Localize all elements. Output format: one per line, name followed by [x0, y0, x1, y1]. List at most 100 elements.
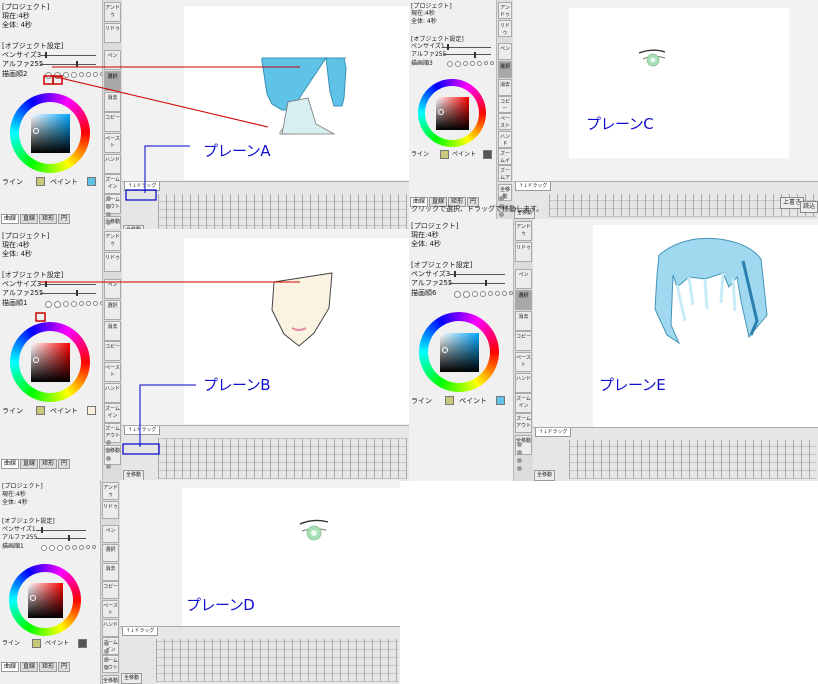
- timeline-row-dot[interactable]: [106, 456, 111, 461]
- tool-button[interactable]: ペースト: [104, 133, 121, 153]
- timeline-row-dot[interactable]: [106, 448, 111, 453]
- pen-size-slider[interactable]: [40, 284, 96, 285]
- order-dot[interactable]: [63, 72, 69, 78]
- stroke-mode-tab[interactable]: 直線: [20, 214, 39, 224]
- color-wheel[interactable]: [10, 322, 90, 402]
- slider-thumb[interactable]: [68, 535, 70, 541]
- line-color-swatch[interactable]: [36, 406, 45, 415]
- slider-thumb[interactable]: [76, 290, 78, 296]
- order-dot[interactable]: [93, 72, 98, 77]
- order-dot[interactable]: [45, 301, 52, 308]
- order-dot[interactable]: [502, 291, 507, 296]
- drawing-canvas[interactable]: [569, 8, 789, 158]
- stroke-mode-tab[interactable]: 直線: [20, 662, 39, 672]
- drawing-canvas[interactable]: [593, 225, 818, 427]
- tool-button[interactable]: 選択: [515, 290, 532, 310]
- paint-color-swatch[interactable]: [87, 406, 96, 415]
- timeline-row-dot[interactable]: [517, 466, 522, 471]
- tool-button[interactable]: コピー: [104, 112, 121, 132]
- order-dot[interactable]: [488, 291, 493, 296]
- order-dot[interactable]: [480, 291, 486, 297]
- stroke-mode-tabs[interactable]: 曲線 直線 矩形円: [1, 459, 71, 469]
- order-dot[interactable]: [86, 545, 90, 549]
- color-wheel[interactable]: [9, 564, 81, 636]
- tool-button[interactable]: アンドゥ: [104, 2, 121, 22]
- saturation-value-square[interactable]: [30, 342, 70, 382]
- order-dot[interactable]: [477, 61, 482, 66]
- tool-button[interactable]: ズームイン: [104, 174, 121, 194]
- slider-thumb[interactable]: [45, 281, 47, 287]
- order-dot[interactable]: [79, 72, 84, 77]
- timeline-drag-tab[interactable]: ↑↓ドラッグ: [124, 182, 161, 191]
- tool-button[interactable]: ハンド: [515, 373, 532, 393]
- pen-size-slider[interactable]: [443, 47, 491, 48]
- stroke-mode-tab[interactable]: 円: [58, 214, 71, 224]
- pen-size-slider[interactable]: [36, 530, 86, 531]
- draw-order-selector[interactable]: [45, 72, 104, 79]
- alpha-slider[interactable]: [443, 54, 491, 55]
- slider-thumb[interactable]: [76, 61, 78, 67]
- stroke-mode-tab[interactable]: 円: [58, 662, 71, 672]
- order-dot[interactable]: [65, 545, 70, 550]
- color-picker-marker[interactable]: [32, 127, 39, 134]
- color-picker-marker[interactable]: [29, 594, 36, 601]
- tool-button[interactable]: ハンド: [104, 383, 121, 403]
- tool-button[interactable]: アンドゥ: [104, 231, 121, 251]
- tool-button[interactable]: 消去: [104, 92, 121, 112]
- tool-button[interactable]: 消去: [498, 79, 512, 96]
- order-dot[interactable]: [470, 61, 475, 66]
- stroke-mode-tab[interactable]: 円: [58, 459, 71, 469]
- timeline[interactable]: ↑↓ドラッグ全移動: [499, 181, 818, 219]
- order-dot[interactable]: [472, 291, 478, 297]
- paint-color-swatch[interactable]: [87, 177, 96, 186]
- saturation-value-square[interactable]: [435, 96, 469, 130]
- tool-button[interactable]: リドゥ: [104, 252, 121, 272]
- tool-button[interactable]: ペン: [498, 43, 512, 60]
- tool-button[interactable]: ズームアウト: [515, 413, 532, 433]
- line-color-swatch[interactable]: [36, 177, 45, 186]
- color-wheel[interactable]: [10, 93, 90, 173]
- timeline-row-dot[interactable]: [106, 196, 111, 201]
- tool-button[interactable]: ペン: [104, 279, 121, 299]
- order-dot[interactable]: [455, 61, 461, 67]
- line-color-swatch[interactable]: [445, 396, 454, 405]
- order-dot[interactable]: [495, 291, 500, 296]
- order-dot[interactable]: [92, 545, 96, 549]
- stroke-mode-tabs[interactable]: 曲線 直線 矩形円: [1, 214, 71, 224]
- tool-button[interactable]: 消去: [102, 563, 119, 581]
- tool-button[interactable]: ペン: [515, 269, 532, 289]
- timeline-grid[interactable]: [569, 440, 816, 479]
- timeline-drag-tab[interactable]: ↑↓ドラッグ: [535, 428, 572, 437]
- alpha-slider[interactable]: [449, 283, 505, 284]
- tool-button[interactable]: ペン: [102, 525, 119, 543]
- color-picker-marker[interactable]: [441, 346, 448, 353]
- tool-button[interactable]: アンドゥ: [515, 221, 532, 241]
- line-color-swatch[interactable]: [440, 150, 449, 159]
- tool-button[interactable]: ペースト: [102, 600, 119, 618]
- paint-color-swatch[interactable]: [78, 639, 87, 648]
- color-wheel[interactable]: [418, 79, 486, 147]
- paint-color-swatch[interactable]: [496, 396, 505, 405]
- order-dot[interactable]: [54, 301, 61, 308]
- saturation-value-square[interactable]: [27, 582, 63, 618]
- tool-button[interactable]: コピー: [102, 581, 119, 599]
- timeline[interactable]: ↑↓ドラッグ全移動: [517, 427, 818, 481]
- color-wheel[interactable]: [419, 312, 499, 392]
- stroke-mode-tab[interactable]: 直線: [20, 459, 39, 469]
- timeline-row-dot[interactable]: [517, 442, 522, 447]
- tool-button[interactable]: 消去: [515, 311, 532, 331]
- saturation-value-square[interactable]: [30, 113, 70, 153]
- timeline-row-dot[interactable]: [104, 649, 109, 654]
- timeline-row-dot[interactable]: [517, 450, 522, 455]
- order-dot[interactable]: [45, 72, 52, 79]
- timeline[interactable]: ↑↓ドラッグ全移動: [106, 181, 409, 236]
- drawing-canvas[interactable]: [184, 238, 409, 424]
- order-dot[interactable]: [49, 545, 55, 551]
- timeline[interactable]: ↑↓ドラッグ全移動: [106, 425, 409, 481]
- stroke-mode-tabs[interactable]: 曲線 直線 矩形円: [1, 662, 71, 672]
- tool-button[interactable]: リドゥ: [104, 23, 121, 43]
- paint-color-swatch[interactable]: [483, 150, 492, 159]
- tool-button[interactable]: ズームイン: [498, 148, 512, 165]
- timeline[interactable]: ↑↓ドラッグ全移動: [104, 626, 400, 684]
- timeline-grid[interactable]: [549, 194, 816, 217]
